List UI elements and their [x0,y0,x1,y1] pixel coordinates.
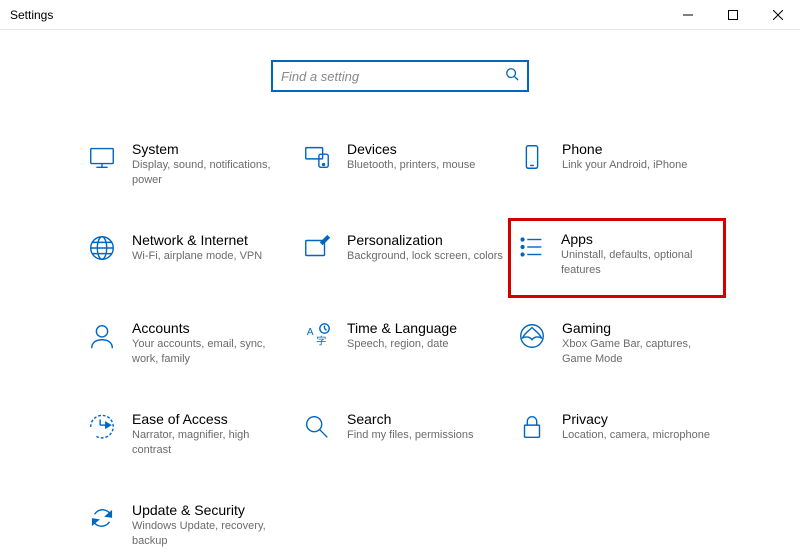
tile-privacy[interactable]: Privacy Location, camera, microphone [512,407,722,462]
tile-desc: Xbox Game Bar, captures, Game Mode [562,337,718,367]
tile-text: Apps Uninstall, defaults, optional featu… [561,231,719,278]
tile-text: Network & Internet Wi-Fi, airplane mode,… [132,232,288,264]
tile-desc: Uninstall, defaults, optional features [561,248,719,278]
system-icon [86,141,118,173]
tile-text: Phone Link your Android, iPhone [562,141,718,173]
tile-text: Devices Bluetooth, printers, mouse [347,141,503,173]
tile-title: Accounts [132,320,288,336]
tile-desc: Link your Android, iPhone [562,158,718,173]
tile-text: Privacy Location, camera, microphone [562,411,718,443]
network-icon [86,232,118,264]
tile-text: Accounts Your accounts, email, sync, wor… [132,320,288,367]
window-title: Settings [10,8,53,22]
tile-text: Gaming Xbox Game Bar, captures, Game Mod… [562,320,718,367]
tile-title: Time & Language [347,320,503,336]
tile-text: Update & Security Windows Update, recove… [132,502,288,549]
apps-icon [515,231,547,263]
tile-apps[interactable]: Apps Uninstall, defaults, optional featu… [508,218,726,299]
tile-desc: Location, camera, microphone [562,428,718,443]
devices-icon [301,141,333,173]
tile-accounts[interactable]: Accounts Your accounts, email, sync, wor… [82,316,292,371]
close-icon [773,10,783,20]
tile-title: Personalization [347,232,503,248]
search-input[interactable] [281,69,505,84]
tile-desc: Narrator, magnifier, high contrast [132,428,288,458]
minimize-icon [683,10,693,20]
tile-title: System [132,141,288,157]
tile-desc: Bluetooth, printers, mouse [347,158,503,173]
phone-icon [516,141,548,173]
tile-text: Search Find my files, permissions [347,411,503,443]
tile-desc: Find my files, permissions [347,428,503,443]
tile-title: Privacy [562,411,718,427]
settings-grid: System Display, sound, notifications, po… [82,137,722,552]
tile-desc: Display, sound, notifications, power [132,158,288,188]
tile-desc: Background, lock screen, colors [347,249,503,264]
content-area: System Display, sound, notifications, po… [0,30,800,552]
tile-time-language[interactable]: A字 Time & Language Speech, region, date [297,316,507,371]
search-box[interactable] [271,60,529,92]
tile-title: Network & Internet [132,232,288,248]
time-language-icon: A字 [301,320,333,352]
personalization-icon [301,232,333,264]
tile-text: Time & Language Speech, region, date [347,320,503,352]
tile-title: Phone [562,141,718,157]
maximize-icon [728,10,738,20]
close-button[interactable] [755,0,800,30]
tile-desc: Windows Update, recovery, backup [132,519,288,549]
tile-update-security[interactable]: Update & Security Windows Update, recove… [82,498,292,552]
search-tile-icon [301,411,333,443]
tile-text: Ease of Access Narrator, magnifier, high… [132,411,288,458]
tile-desc: Speech, region, date [347,337,503,352]
tile-gaming[interactable]: Gaming Xbox Game Bar, captures, Game Mod… [512,316,722,371]
tile-desc: Wi-Fi, airplane mode, VPN [132,249,288,264]
tile-ease-of-access[interactable]: Ease of Access Narrator, magnifier, high… [82,407,292,462]
minimize-button[interactable] [665,0,710,30]
tile-devices[interactable]: Devices Bluetooth, printers, mouse [297,137,507,192]
tile-network[interactable]: Network & Internet Wi-Fi, airplane mode,… [82,228,292,281]
tile-system[interactable]: System Display, sound, notifications, po… [82,137,292,192]
maximize-button[interactable] [710,0,755,30]
svg-text:字: 字 [316,335,326,348]
window-controls [665,0,800,29]
gaming-icon [516,320,548,352]
titlebar: Settings [0,0,800,30]
tile-title: Search [347,411,503,427]
accounts-icon [86,320,118,352]
tile-title: Ease of Access [132,411,288,427]
tile-text: Personalization Background, lock screen,… [347,232,503,264]
tile-title: Apps [561,231,719,247]
tile-title: Devices [347,141,503,157]
tile-desc: Your accounts, email, sync, work, family [132,337,288,367]
privacy-icon [516,411,548,443]
ease-of-access-icon [86,411,118,443]
tile-title: Update & Security [132,502,288,518]
update-security-icon [86,502,118,534]
tile-personalization[interactable]: Personalization Background, lock screen,… [297,228,507,281]
tile-text: System Display, sound, notifications, po… [132,141,288,188]
tile-search[interactable]: Search Find my files, permissions [297,407,507,462]
search-icon [505,67,519,86]
tile-title: Gaming [562,320,718,336]
tile-phone[interactable]: Phone Link your Android, iPhone [512,137,722,192]
svg-text:A: A [307,327,314,338]
